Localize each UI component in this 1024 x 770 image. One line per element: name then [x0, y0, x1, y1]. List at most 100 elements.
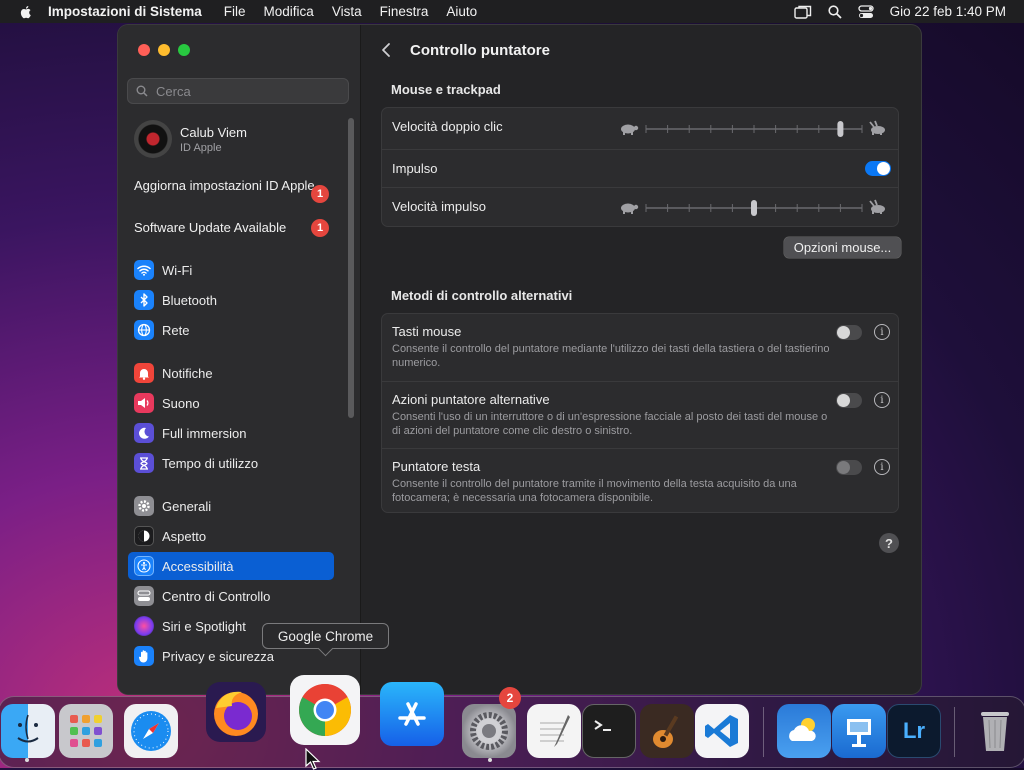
screen-mirroring-icon[interactable] [793, 5, 812, 19]
menu-vista[interactable]: Vista [332, 4, 362, 19]
row-description: Consente il controllo del puntatore tram… [392, 478, 797, 504]
app-menu[interactable]: Impostazioni di Sistema [48, 4, 202, 19]
dock-separator [954, 707, 955, 757]
minimize-button[interactable] [158, 44, 170, 56]
sidebar-item-bluetooth[interactable]: Bluetooth [128, 286, 334, 314]
sidebar-item-centro-di-controllo[interactable]: Centro di Controllo [128, 582, 334, 610]
alternative-pointer-actions-toggle[interactable] [836, 393, 862, 408]
search-input[interactable] [154, 82, 338, 100]
launchpad-icon[interactable] [59, 704, 113, 758]
momentum-row: Impulso [382, 149, 898, 187]
notice-label: Aggiorna impostazioni ID Apple [134, 178, 315, 193]
zoom-button[interactable] [178, 44, 190, 56]
control-center-icon [134, 586, 154, 606]
sidebar-item-label: Accessibilità [162, 558, 234, 574]
firefox-icon[interactable] [203, 679, 269, 745]
double-click-speed-slider[interactable] [618, 118, 890, 140]
apple-id-update-notice[interactable]: Aggiorna impostazioni ID Apple [134, 178, 334, 194]
running-indicator [25, 758, 29, 762]
finder-icon[interactable] [1, 704, 55, 758]
slider-thumb[interactable] [837, 121, 844, 137]
app-store-icon[interactable] [380, 682, 444, 746]
sidebar-item-label: Generali [162, 498, 212, 514]
lightroom-label: Lr [903, 718, 925, 743]
weather-icon[interactable] [777, 704, 831, 758]
menu-file[interactable]: File [224, 4, 246, 19]
row-label: Velocità doppio clic [392, 119, 503, 134]
chrome-icon[interactable] [290, 675, 360, 745]
turtle-icon [621, 203, 639, 214]
menubar-clock[interactable]: Gio 22 feb 1:40 PM [890, 4, 1006, 19]
sidebar-item-aspetto[interactable]: Aspetto [128, 522, 334, 550]
sidebar-item-label: Full immersion [162, 425, 247, 441]
wifi-icon [134, 260, 154, 280]
row-label: Velocità impulso [392, 199, 486, 214]
mouse-keys-row: Tasti mouse Consente il controllo del pu… [382, 314, 898, 381]
row-label: Impulso [392, 161, 438, 176]
sidebar-item-suono[interactable]: Suono [128, 389, 334, 417]
safari-icon[interactable] [124, 704, 178, 758]
vscode-icon[interactable] [695, 704, 749, 758]
close-button[interactable] [138, 44, 150, 56]
trash-icon[interactable] [968, 704, 1022, 758]
software-update-notice[interactable]: Software Update Available [134, 220, 334, 236]
dock-tooltip: Google Chrome [262, 623, 389, 649]
sidebar-item-accessibilita[interactable]: Accessibilità [128, 552, 334, 580]
avatar [134, 120, 172, 158]
momentum-toggle[interactable] [865, 161, 891, 176]
accessibility-icon [134, 556, 154, 576]
sidebar-item-notifiche[interactable]: Notifiche [128, 359, 334, 387]
garageband-icon[interactable] [640, 704, 694, 758]
sidebar-scrollbar[interactable] [348, 118, 354, 418]
sidebar-item-full-immersion[interactable]: Full immersion [128, 419, 334, 447]
menu-finestra[interactable]: Finestra [380, 4, 429, 19]
textedit-icon[interactable] [527, 704, 581, 758]
apple-menu-icon[interactable] [18, 4, 34, 20]
sidebar-item-tempo-di-utilizzo[interactable]: Tempo di utilizzo [128, 449, 334, 477]
mouse-options-button[interactable]: Opzioni mouse... [784, 237, 901, 258]
momentum-speed-slider[interactable] [618, 197, 890, 219]
menu-aiuto[interactable]: Aiuto [446, 4, 477, 19]
row-label: Tasti mouse [392, 324, 462, 339]
apple-id-account[interactable]: Calub Viem ID Apple [134, 120, 247, 158]
sidebar: Calub Viem ID Apple Aggiorna impostazion… [118, 25, 361, 694]
bluetooth-icon [134, 290, 154, 310]
info-icon[interactable]: i [874, 459, 890, 475]
keynote-icon[interactable] [832, 704, 886, 758]
menu-modifica[interactable]: Modifica [264, 4, 314, 19]
info-icon[interactable]: i [874, 392, 890, 408]
turtle-icon [621, 124, 639, 135]
gear-icon [134, 496, 154, 516]
window-controls [138, 44, 190, 56]
search-icon [136, 85, 148, 97]
search-field[interactable] [127, 78, 349, 104]
control-center-icon[interactable] [858, 4, 874, 19]
sidebar-item-label: Aspetto [162, 528, 207, 544]
sidebar-item-label: Bluetooth [162, 292, 217, 308]
hourglass-icon [134, 453, 154, 473]
alternative-methods-group: Tasti mouse Consente il controllo del pu… [381, 313, 899, 513]
mouse-keys-toggle[interactable] [836, 325, 862, 340]
terminal-icon[interactable] [582, 704, 636, 758]
row-description: Consenti l'uso di un interruttore o di u… [392, 411, 828, 437]
lightroom-icon[interactable]: Lr [887, 704, 941, 758]
info-icon[interactable]: i [874, 324, 890, 340]
help-button[interactable]: ? [879, 533, 899, 553]
sidebar-item-generali[interactable]: Generali [128, 492, 334, 520]
spotlight-search-icon[interactable] [828, 4, 842, 19]
system-settings-icon[interactable] [462, 704, 516, 758]
head-pointer-row: Puntatore testa Consente il controllo de… [382, 448, 898, 514]
bell-icon [134, 363, 154, 383]
notice-badge: 1 [311, 219, 329, 237]
mouse-trackpad-group: Velocità doppio clic Impulso Velocità im… [381, 107, 899, 227]
page-title: Controllo puntatore [410, 42, 550, 59]
dock: 2 Lr [0, 675, 1024, 768]
system-settings-window: Calub Viem ID Apple Aggiorna impostazion… [118, 25, 921, 694]
slider-thumb[interactable] [751, 200, 757, 216]
sidebar-item-label: Rete [162, 322, 190, 338]
sidebar-item-rete[interactable]: Rete [128, 316, 334, 344]
sidebar-item-wifi[interactable]: Wi-Fi [128, 256, 334, 284]
sidebar-item-label: Tempo di utilizzo [162, 455, 259, 471]
head-pointer-toggle[interactable] [836, 460, 862, 475]
back-chevron-icon[interactable] [381, 42, 391, 58]
